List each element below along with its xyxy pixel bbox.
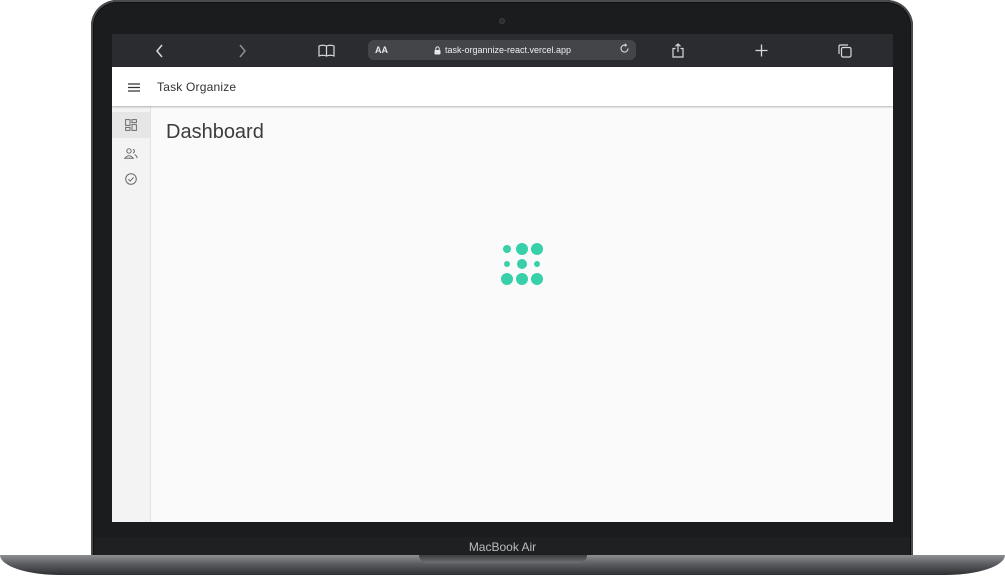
lock-icon (434, 45, 441, 54)
laptop-notch (419, 555, 587, 563)
screen: AA task-organnize-react.vercel.app Task … (112, 34, 893, 522)
loader-dot (504, 261, 510, 267)
app-title: Task Organize (157, 80, 237, 94)
reload-icon[interactable] (619, 43, 630, 57)
tabs-icon[interactable] (833, 34, 857, 67)
page-title: Dashboard (166, 121, 264, 143)
loader-dot (534, 261, 540, 267)
chevron-right-icon[interactable] (230, 34, 254, 67)
url-text: task-organnize-react.vercel.app (445, 45, 572, 55)
loader-dot (503, 245, 511, 253)
hamburger-menu-icon[interactable] (124, 77, 144, 97)
device-frame: AA task-organnize-react.vercel.app Task … (0, 0, 1005, 577)
book-icon[interactable] (314, 34, 338, 67)
camera-icon (499, 18, 505, 24)
loader-dot (517, 259, 527, 269)
browser-toolbar: AA task-organnize-react.vercel.app (112, 34, 893, 67)
users-icon (124, 147, 138, 159)
loading-spinner-icon (500, 242, 544, 286)
dashboard-icon (125, 119, 137, 131)
sidebar (112, 106, 151, 522)
loader-dot (516, 243, 528, 255)
check-circle-icon (125, 173, 137, 185)
plus-icon[interactable] (749, 34, 773, 67)
loader-dot (501, 273, 513, 285)
address-bar[interactable]: AA task-organnize-react.vercel.app (368, 40, 636, 60)
sidebar-item-dashboard[interactable] (112, 112, 150, 138)
loader-dot (516, 273, 528, 285)
loader-dot (531, 273, 543, 285)
share-icon[interactable] (666, 34, 690, 67)
url-field[interactable]: task-organnize-react.vercel.app (434, 45, 571, 55)
reader-aa-button[interactable]: AA (375, 45, 388, 55)
sidebar-item-users[interactable] (112, 140, 150, 166)
app-header: Task Organize (112, 67, 893, 106)
sidebar-item-tasks[interactable] (112, 166, 150, 192)
model-label: MacBook Air (468, 540, 537, 554)
chevron-left-icon[interactable] (148, 34, 172, 67)
loader-dot (531, 243, 543, 255)
